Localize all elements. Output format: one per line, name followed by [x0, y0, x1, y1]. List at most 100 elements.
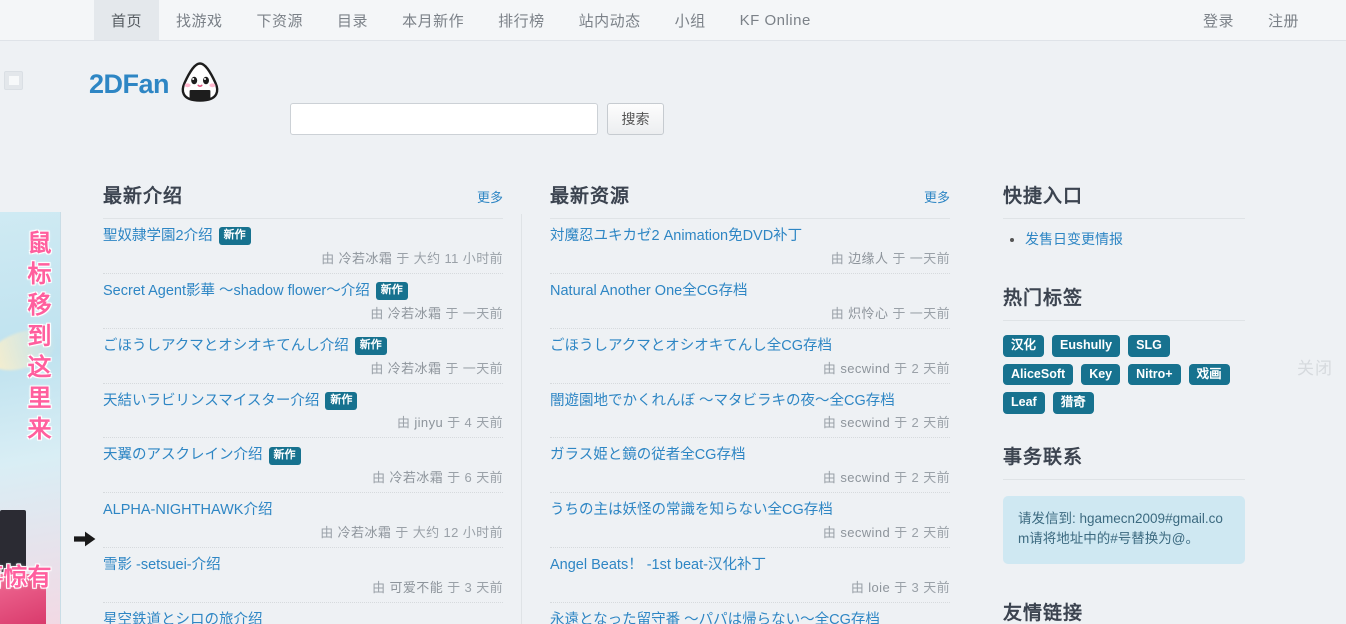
item-meta: 由 loie 于 3 天前	[550, 577, 950, 598]
tag-chip[interactable]: Leaf	[1003, 392, 1045, 414]
latest-resources-title: 最新资源	[550, 186, 631, 207]
nav-item-groups[interactable]: 小组	[658, 0, 723, 40]
quick-entry-list: 发售日变更情报	[1003, 229, 1245, 249]
column-divider	[521, 214, 522, 624]
nav-item-site-activity[interactable]: 站内动态	[562, 0, 658, 40]
latest-resources-more-link[interactable]: 更多	[924, 187, 950, 206]
column-latest-resources: 最新资源 更多 対魔忍ユキカゼ2 Animation免DVD补丁 由 边缘人 于…	[550, 119, 950, 624]
meta-by-label: 由	[822, 470, 837, 486]
contact-info-box: 请发信到: hgamecn2009#gmail.com请将地址中的#号替换为@。	[1003, 495, 1245, 565]
item-title-link[interactable]: 闇遊園地でかくれんぼ ～マタビラキの夜～全CG存档	[550, 392, 895, 411]
item-meta: 由 炽怜心 于 一天前	[550, 303, 950, 324]
latest-intro-more-link[interactable]: 更多	[477, 187, 503, 206]
contact-header: 事务联系	[1003, 442, 1245, 480]
broken-image-placeholder-icon	[4, 71, 23, 90]
meta-at-label: 于	[395, 525, 409, 541]
quick-entry-title: 快捷入口	[1003, 186, 1084, 207]
register-link[interactable]: 注册	[1251, 0, 1316, 40]
item-meta: 由 secwind 于 2 天前	[550, 412, 950, 433]
meta-time: 一天前	[909, 305, 950, 321]
list-item: ガラス姫と鏡の従者全CG存档 由 secwind 于 2 天前	[550, 438, 950, 494]
quick-entry-header: 快捷入口	[1003, 181, 1245, 219]
meta-by-label: 由	[372, 470, 386, 486]
meta-by-label: 由	[822, 415, 837, 431]
meta-time: 一天前	[462, 360, 503, 376]
site-logo[interactable]: 2DFan	[89, 61, 223, 107]
item-title-link[interactable]: 聖奴隷学園2介绍	[103, 227, 213, 246]
item-title-link[interactable]: 雪影 -setsuei-介绍	[103, 556, 221, 575]
tag-chip[interactable]: Key	[1081, 363, 1121, 385]
item-meta: 由 可爱不能 于 3 天前	[103, 577, 503, 598]
item-title-link[interactable]: Secret Agent影華 ～shadow flower～介绍	[103, 282, 370, 301]
list-item: Secret Agent影華 ～shadow flower～介绍 新作 由 冷若…	[103, 274, 503, 329]
meta-time: 2 天前	[911, 415, 950, 431]
tag-chip[interactable]: SLG	[1128, 335, 1170, 357]
main-content: 最新介绍 更多 聖奴隷学園2介绍 新作 由 冷若冰霜 于 大约 11 小时前 S…	[0, 119, 1346, 624]
meta-time: 2 天前	[911, 470, 950, 486]
column-latest-intro: 最新介绍 更多 聖奴隷学園2介绍 新作 由 冷若冰霜 于 大约 11 小时前 S…	[103, 119, 503, 624]
latest-intro-title: 最新介绍	[103, 186, 184, 207]
meta-time: 一天前	[909, 250, 950, 266]
new-badge: 新作	[354, 337, 387, 356]
new-badge: 新作	[325, 391, 358, 410]
item-title-link[interactable]: 対魔忍ユキカゼ2 Animation免DVD补丁	[550, 227, 802, 246]
list-item: 対魔忍ユキカゼ2 Animation免DVD补丁 由 边缘人 于 一天前	[550, 219, 950, 274]
item-title-link[interactable]: ごほうしアクマとオシオキてんし介绍	[103, 337, 349, 356]
item-title-link[interactable]: ALPHA-NIGHTHAWK介绍	[103, 501, 272, 520]
tag-chip[interactable]: Nitro+	[1128, 363, 1181, 385]
tag-chip[interactable]: 汉化	[1003, 335, 1045, 357]
ad-decoration-dark	[0, 510, 26, 572]
list-item: ごほうしアクマとオシオキてんし介绍 新作 由 冷若冰霜 于 一天前	[103, 329, 503, 384]
item-meta: 由 冷若冰霜 于 一天前	[103, 303, 503, 324]
list-item: 天翼のアスクレイン介绍 新作 由 冷若冰霜 于 6 天前	[103, 438, 503, 494]
meta-author: secwind	[840, 415, 891, 431]
item-title-link[interactable]: 永遠となった留守番 ～パパは帰らない～全CG存档	[550, 611, 880, 624]
meta-by-label: 由	[372, 579, 386, 595]
new-badge: 新作	[268, 446, 301, 465]
item-title-link[interactable]: ごほうしアクマとオシオキてんし全CG存档	[550, 337, 832, 356]
item-title-link[interactable]: 天翼のアスクレイン介绍	[103, 446, 263, 465]
nav-item-rankings[interactable]: 排行榜	[481, 0, 562, 40]
tag-chip[interactable]: 戏画	[1188, 363, 1230, 385]
nav-item-find-games[interactable]: 找游戏	[159, 0, 240, 40]
right-ad-close-label[interactable]: 关闭	[1297, 354, 1333, 379]
item-title-link[interactable]: 星空鉄道とシロの旅介绍	[103, 611, 263, 624]
item-meta: 由 secwind 于 2 天前	[550, 522, 950, 543]
latest-resources-header: 最新资源 更多	[550, 181, 950, 219]
sidebar: 快捷入口 发售日变更情报 热门标签 汉化 Eushully SLG AliceS…	[1003, 119, 1245, 624]
nav-account-items: 登录 注册	[1186, 0, 1316, 40]
tag-chip[interactable]: 猎奇	[1052, 392, 1094, 414]
item-title-link[interactable]: うちの主は妖怪の常識を知らない全CG存档	[550, 501, 833, 520]
tag-chip[interactable]: Eushully	[1052, 335, 1121, 357]
friend-links-header: 友情链接	[1003, 598, 1245, 624]
nav-item-download-resources[interactable]: 下资源	[240, 0, 321, 40]
item-title-link[interactable]: 天結いラビリンスマイスター介绍	[103, 392, 319, 411]
item-meta: 由 边缘人 于 一天前	[550, 248, 950, 269]
meta-time: 3 天前	[464, 579, 503, 595]
list-item: うちの主は妖怪の常識を知らない全CG存档 由 secwind 于 2 天前	[550, 493, 950, 549]
meta-author: 冷若冰霜	[389, 470, 444, 486]
meta-author: 炽怜心	[848, 305, 889, 321]
tag-chip[interactable]: AliceSoft	[1003, 363, 1074, 385]
list-item: 永遠となった留守番 ～パパは帰らない～全CG存档 由 炽怜心 于 4 天前	[550, 603, 950, 624]
item-title-link[interactable]: ガラス姫と鏡の従者全CG存档	[550, 446, 745, 465]
meta-author: 冷若冰霜	[337, 525, 392, 541]
item-meta: 由 secwind 于 2 天前	[550, 358, 950, 379]
item-title-link[interactable]: Angel Beats！ -1st beat-汉化补丁	[550, 556, 766, 575]
meta-by-label: 由	[370, 360, 384, 376]
nav-item-home[interactable]: 首页	[94, 0, 160, 40]
quick-link-release-date-changes[interactable]: 发售日变更情报	[1025, 231, 1123, 247]
item-meta: 由 冷若冰霜 于 大约 12 小时前	[103, 522, 503, 543]
meta-at-label: 于	[894, 579, 908, 595]
nav-item-kf-online[interactable]: KF Online	[723, 0, 828, 40]
meta-at-label: 于	[445, 360, 459, 376]
list-item: Angel Beats！ -1st beat-汉化补丁 由 loie 于 3 天…	[550, 548, 950, 603]
left-floating-ad-banner[interactable]: 鼠标移到这里来 有惊喜	[0, 212, 61, 624]
nav-item-catalog[interactable]: 目录	[320, 0, 385, 40]
meta-at-label: 于	[892, 305, 906, 321]
item-title-link[interactable]: Natural Another One全CG存档	[550, 282, 747, 301]
nav-item-monthly-new[interactable]: 本月新作	[385, 0, 481, 40]
login-link[interactable]: 登录	[1186, 0, 1251, 40]
item-meta: 由 冷若冰霜 于 一天前	[103, 358, 503, 379]
meta-author: loie	[868, 579, 891, 595]
